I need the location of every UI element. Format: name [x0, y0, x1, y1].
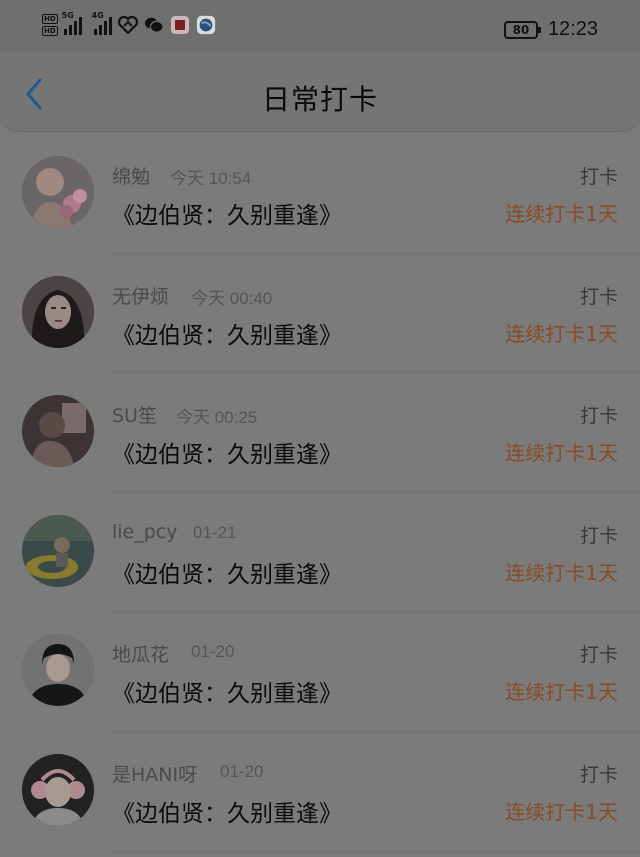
signal-4g-icon: 4G	[92, 11, 112, 35]
hd-badge-2: HD	[42, 26, 58, 36]
list-item[interactable]: 无伊烦 今天 00:40 《边伯贤：久别重逢》 打卡 连续打卡1天	[0, 254, 640, 374]
book-title[interactable]: 《边伯贤：久别重逢》	[112, 794, 342, 828]
book-title[interactable]: 《边伯贤：久别重逢》	[112, 555, 342, 589]
streak-label: 连续打卡1天	[505, 441, 618, 466]
checkin-button[interactable]: 打卡	[580, 640, 618, 667]
header-bar: 日常打卡	[0, 52, 640, 132]
hd-indicator: HD HD	[42, 14, 58, 36]
checkin-list: 绵勉 今天 10:54 《边伯贤：久别重逢》 打卡 连续打卡1天 无伊烦 今天 …	[0, 134, 640, 852]
checkin-time: 今天 00:40	[191, 288, 273, 308]
checkin-time: 01-20	[220, 761, 264, 781]
username[interactable]: 地瓜花	[112, 640, 169, 667]
checkin-button[interactable]: 打卡	[580, 401, 618, 428]
username[interactable]: SU笙	[112, 401, 157, 428]
page-title: 日常打卡	[261, 83, 378, 116]
list-item[interactable]: 地瓜花 01-20 《边伯贤：久别重逢》 打卡 连续打卡1天	[0, 612, 640, 732]
browser-icon	[196, 15, 216, 35]
book-title[interactable]: 《边伯贤：久别重逢》	[112, 435, 342, 469]
username[interactable]: 无伊烦	[112, 282, 169, 309]
checkin-button[interactable]: 打卡	[580, 282, 618, 309]
checkin-button[interactable]: 打卡	[580, 162, 618, 189]
status-icons-right: 80 12:23	[503, 18, 598, 41]
divider	[112, 850, 640, 852]
reader-app-icon	[170, 15, 190, 35]
list-item[interactable]: 绵勉 今天 10:54 《边伯贤：久别重逢》 打卡 连续打卡1天	[0, 134, 640, 254]
list-item[interactable]: 是HANI呀 01-20 《边伯贤：久别重逢》 打卡 连续打卡1天	[0, 732, 640, 852]
avatar[interactable]	[22, 395, 94, 468]
book-title[interactable]: 《边伯贤：久别重逢》	[112, 196, 342, 230]
username[interactable]: 是HANI呀	[112, 760, 197, 787]
checkin-button[interactable]: 打卡	[580, 760, 618, 787]
book-title[interactable]: 《边伯贤：久别重逢》	[112, 316, 342, 350]
signal-5g-icon: 5G	[62, 11, 82, 35]
avatar[interactable]	[22, 753, 94, 826]
status-clock: 12:23	[547, 18, 598, 40]
avatar[interactable]	[22, 156, 94, 228]
username[interactable]: 绵勉	[112, 162, 150, 189]
avatar[interactable]	[22, 634, 94, 707]
checkin-time: 01-20	[191, 642, 235, 662]
wechat-icon	[144, 15, 164, 35]
avatar[interactable]	[22, 275, 94, 348]
status-bar: HD HD 5G 4G 80 12:23	[0, 0, 640, 52]
heart-link-icon	[117, 15, 138, 35]
checkin-time: 今天 00:25	[176, 408, 258, 428]
list-item[interactable]: SU笙 今天 00:25 《边伯贤：久别重逢》 打卡 连续打卡1天	[0, 373, 640, 493]
status-icons-left: HD HD 5G 4G	[42, 11, 216, 36]
checkin-time: 01-21	[193, 522, 237, 542]
checkin-time: 今天 10:54	[170, 169, 252, 188]
streak-label: 连续打卡1天	[505, 560, 618, 585]
list-item[interactable]: lie_pcy 01-21 《边伯贤：久别重逢》 打卡 连续打卡1天	[0, 493, 640, 613]
book-title[interactable]: 《边伯贤：久别重逢》	[112, 674, 342, 708]
battery-icon: 80	[503, 20, 541, 39]
hd-badge-1: HD	[42, 14, 58, 24]
checkin-button[interactable]: 打卡	[580, 521, 618, 548]
streak-label: 连续打卡1天	[505, 799, 618, 824]
avatar[interactable]	[22, 514, 94, 587]
username[interactable]: lie_pcy	[112, 521, 178, 543]
streak-label: 连续打卡1天	[505, 680, 618, 705]
streak-label: 连续打卡1天	[505, 321, 618, 346]
streak-label: 连续打卡1天	[505, 202, 618, 226]
